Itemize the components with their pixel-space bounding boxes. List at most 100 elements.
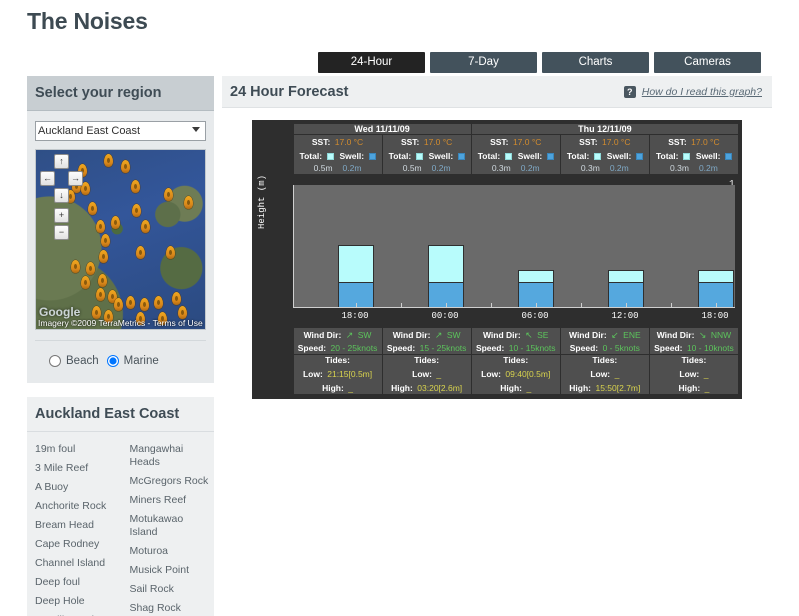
list-item[interactable]: Cape Rodney [33, 535, 118, 554]
tab-24-hour[interactable]: 24-Hour [318, 52, 425, 73]
mode-marine-radio[interactable] [106, 355, 119, 367]
map-pin[interactable] [96, 220, 105, 233]
plot-area [293, 185, 735, 308]
tab-cameras[interactable]: Cameras [654, 52, 761, 73]
map-pin[interactable] [96, 288, 105, 301]
list-item[interactable]: Mangawhai Heads [128, 440, 213, 472]
total-value: 0.3m [670, 163, 689, 173]
list-item[interactable]: Deep foul [33, 573, 118, 592]
wind-arrow-icon: ↘ [698, 330, 707, 340]
list-item[interactable]: Motukawao Island [128, 510, 213, 542]
list-item[interactable]: Channel Island [33, 554, 118, 573]
speed-value: 0 - 5knots [602, 343, 640, 353]
swell-label: Swell: [428, 151, 454, 161]
speed-value: 10 - 10knots [686, 343, 734, 353]
map-pin[interactable] [98, 274, 107, 287]
list-item[interactable]: Shag Rock [128, 599, 213, 616]
map-pin[interactable] [166, 246, 175, 259]
how-do-i-read-this-graph-link[interactable]: How do I read this graph? [642, 86, 762, 98]
axis-spacer [255, 134, 293, 175]
total-label: Total: [388, 151, 412, 161]
list-item[interactable]: Anchorite Rock [33, 497, 118, 516]
map-pin[interactable] [86, 262, 95, 275]
forecast-help: ? How do I read this graph? [623, 85, 762, 98]
map-zoom-out-button[interactable]: − [54, 225, 69, 240]
map-pan-up-button[interactable]: ↑ [54, 154, 69, 169]
map-pan-right-button[interactable]: → [68, 171, 83, 186]
axis-spacer [255, 123, 293, 135]
list-item[interactable]: Musick Point [128, 561, 213, 580]
wind-dir-value: SW [357, 330, 372, 340]
map-pin[interactable] [88, 202, 97, 215]
mode-beach-option[interactable]: Beach [49, 355, 99, 367]
map-pin[interactable] [172, 292, 181, 305]
speed-value: 20 - 25knots [330, 343, 378, 353]
tide-cell-0: Tides: Low: 21:15[0.5m] High: _ [292, 354, 383, 395]
region-select[interactable]: Auckland East Coast [35, 121, 206, 141]
map-pin[interactable] [104, 154, 113, 167]
conditions-cell-3: SST: 17.0 °C Total: Swell: 0.3m 0.2m [559, 134, 650, 175]
map-pan-down-button[interactable]: ↓ [54, 188, 69, 203]
list-item[interactable]: 19m foul [33, 440, 118, 459]
tab-7-day[interactable]: 7-Day [430, 52, 537, 73]
wind-cell-3: Wind Dir: ↙ ENE Speed: 0 - 5knots [559, 327, 650, 355]
region-map[interactable]: ↑ ← → ↓ + − Google Imagery ©2009 TerraMe… [35, 149, 206, 330]
map-pin[interactable] [140, 298, 149, 311]
high-label: High: [391, 383, 413, 393]
conditions-cell-0: SST: 17.0 °C Total: Swell: 0.5m 0.2m [292, 134, 383, 175]
wind-dir-label: Wind Dir: [482, 330, 521, 340]
bar-12-00 [608, 270, 644, 307]
wind-row: Wind Dir: ↗ SW Speed: 20 - 25knots Wind … [255, 327, 740, 355]
map-pin[interactable] [126, 296, 135, 309]
swell-swatch-icon [635, 153, 643, 160]
map-pin[interactable] [141, 220, 150, 233]
list-item[interactable]: Moturoa [128, 542, 213, 561]
map-pin[interactable] [131, 180, 140, 193]
locations-column-1: 19m foul 3 Mile Reef A Buoy Anchorite Ro… [33, 440, 118, 616]
wind-arrow-icon: ↗ [434, 330, 443, 340]
forecast-graph: Wed 11/11/09 Thu 12/11/09 SST: 17.0 °C T… [252, 120, 742, 399]
bar-total-segment [338, 245, 374, 282]
axis-spacer [255, 354, 293, 395]
map-pin[interactable] [101, 234, 110, 247]
map-pin[interactable] [164, 188, 173, 201]
map-pin[interactable] [121, 160, 130, 173]
list-item[interactable]: Bream Head [33, 516, 118, 535]
map-pin[interactable] [154, 296, 163, 309]
wind-dir-value: SW [446, 330, 461, 340]
mode-beach-radio[interactable] [49, 355, 61, 367]
tab-charts[interactable]: Charts [542, 52, 649, 73]
list-item[interactable]: McGregors Rock [128, 472, 213, 491]
map-pin[interactable] [111, 216, 120, 229]
list-item[interactable]: Deep Hole [33, 592, 118, 611]
map-pin[interactable] [136, 246, 145, 259]
map-pin[interactable] [184, 196, 193, 209]
list-item[interactable]: Miners Reef [128, 491, 213, 510]
sidebar: Select your region Auckland East Coast ↑… [27, 76, 214, 616]
wind-cell-4: Wind Dir: ↘ NNW Speed: 10 - 10knots [648, 327, 740, 355]
list-item[interactable]: A Buoy [33, 478, 118, 497]
list-item[interactable]: Sail Rock [128, 580, 213, 599]
help-icon[interactable]: ? [623, 85, 636, 98]
region-select-wrap: Auckland East Coast [35, 121, 206, 141]
tides-row: Tides: Low: 21:15[0.5m] High: _ Tides: L… [255, 354, 740, 395]
list-item[interactable]: Durville Rocks [33, 611, 118, 616]
map-pin[interactable] [132, 204, 141, 217]
map-zoom-in-button[interactable]: + [54, 208, 69, 223]
total-value: 0.3m [580, 163, 600, 173]
map-pan-left-button[interactable]: ← [40, 171, 55, 186]
high-label: High: [322, 383, 344, 393]
mode-radio-group: Beach Marine [35, 340, 206, 373]
map-pin[interactable] [81, 276, 90, 289]
total-swatch-icon [326, 153, 334, 160]
map-pin[interactable] [99, 250, 108, 263]
list-item[interactable]: 3 Mile Reef [33, 459, 118, 478]
x-tick-label: 18:00 [341, 311, 369, 321]
map-attribution: Imagery ©2009 TerraMetrics - Terms of Us… [38, 318, 203, 328]
map-pin[interactable] [71, 260, 80, 273]
sst-value: 17.0 °C [512, 137, 542, 147]
swell-label: Swell: [517, 151, 543, 161]
total-label: Total: [655, 151, 679, 161]
mode-marine-option[interactable]: Marine [106, 355, 159, 367]
map-pin[interactable] [114, 298, 123, 311]
